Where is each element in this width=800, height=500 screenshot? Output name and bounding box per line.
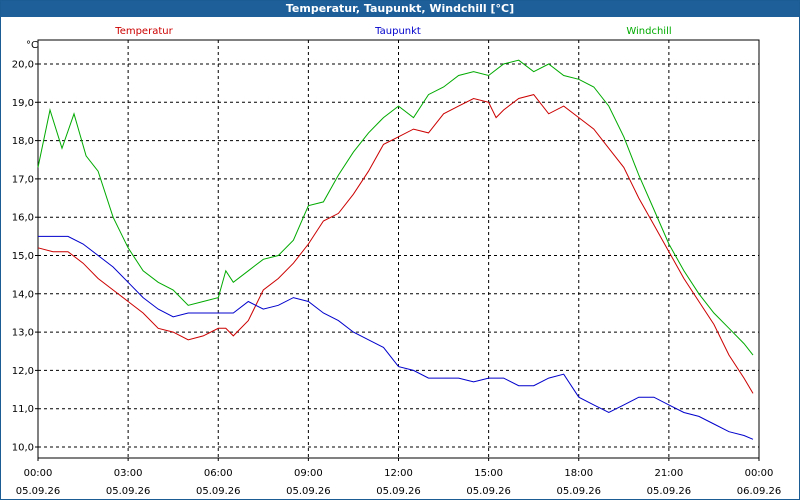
line-chart: °C 10,011,012,013,014,015,016,017,018,01… (12, 26, 782, 497)
chart-grid (38, 40, 759, 458)
y-tick-label: 13,0 (12, 328, 34, 339)
y-tick-label: 18,0 (12, 136, 34, 147)
y-tick-label: 10,0 (12, 443, 34, 454)
y-tick-label: 17,0 (12, 174, 34, 185)
x-tick-date: 05.09.26 (647, 486, 692, 497)
legend-taupunkt: Taupunkt (374, 26, 421, 37)
y-tick-label: 20,0 (12, 60, 34, 71)
x-tick-time: 21:00 (654, 468, 683, 479)
series-lines (37, 59, 754, 440)
y-tick-label: 15,0 (12, 251, 34, 262)
y-tick-label: 11,0 (12, 404, 34, 415)
x-tick-time: 00:00 (24, 468, 53, 479)
legend: Temperatur Taupunkt Windchill (114, 26, 671, 37)
x-tick-date: 05.09.26 (286, 486, 331, 497)
y-tick-label: 16,0 (12, 213, 34, 224)
y-tick-label: 19,0 (12, 98, 34, 109)
y-axis-unit: °C (26, 40, 38, 51)
x-tick-time: 00:00 (745, 468, 774, 479)
x-tick-date: 05.09.26 (106, 486, 151, 497)
x-tick-time: 03:00 (114, 468, 143, 479)
legend-temperatur: Temperatur (114, 26, 173, 37)
series-line-temperatur (37, 94, 754, 394)
x-tick-date: 05.09.26 (466, 486, 511, 497)
y-tick-label: 14,0 (12, 289, 34, 300)
x-axis-ticks: 00:00 05.09.26 03:00 05.09.26 06:00 05.09.26 0… (16, 458, 782, 497)
x-tick-date: 05.09.26 (556, 486, 601, 497)
x-tick-date: 05.09.26 (16, 486, 61, 497)
x-tick-date: 05.09.26 (376, 486, 421, 497)
x-tick-time: 15:00 (474, 468, 503, 479)
legend-windchill: Windchill (626, 26, 671, 37)
series-line-windchill (37, 59, 754, 356)
x-tick-time: 06:00 (204, 468, 233, 479)
y-axis-ticks: 10,0 11,0 12,0 13,0 14,0 15,0 16,0 17,0 18,0 19,0… (12, 60, 38, 454)
x-tick-date: 06.09.26 (737, 486, 782, 497)
x-tick-time: 12:00 (384, 468, 413, 479)
x-tick-date: 05.09.26 (196, 486, 241, 497)
y-tick-label: 12,0 (12, 366, 34, 377)
x-tick-time: 09:00 (294, 468, 323, 479)
x-tick-time: 18:00 (564, 468, 593, 479)
